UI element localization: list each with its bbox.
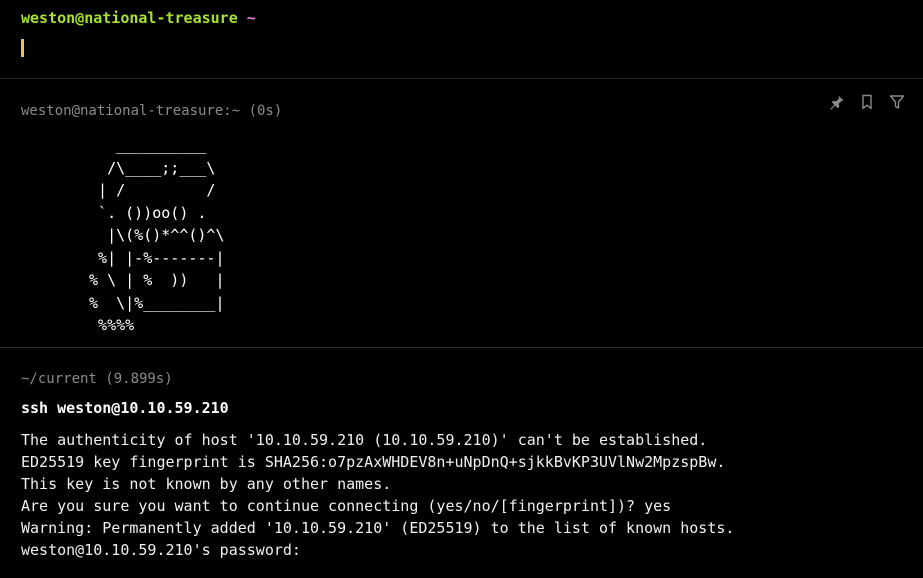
- prompt-cwd: ~: [246, 9, 256, 27]
- ascii-art-line: /\____;;___\: [80, 158, 216, 177]
- command-text: ssh weston@10.10.59.210: [21, 399, 229, 417]
- pin-icon[interactable]: [829, 94, 845, 110]
- ascii-art-line: |\(%()*^^()^\: [80, 226, 225, 244]
- ascii-art-line: %| |-%-------|: [80, 248, 225, 267]
- ascii-art-line: `. ())oo() .: [80, 203, 207, 222]
- prompt-line: weston@national-treasure ~: [21, 8, 256, 28]
- output-line: Are you sure you want to continue connec…: [21, 497, 672, 515]
- prompt-user-host: weston@national-treasure: [21, 9, 238, 27]
- command-output: The authenticity of host '10.10.59.210 (…: [21, 429, 734, 561]
- block-actions: [829, 94, 905, 110]
- ascii-art-line: % \|%________|: [80, 293, 225, 312]
- output-line: Warning: Permanently added '10.10.59.210…: [21, 519, 735, 537]
- text-cursor[interactable]: [21, 39, 24, 57]
- active-prompt-block[interactable]: weston@national-treasure ~: [0, 0, 923, 78]
- ascii-art-line: __________: [80, 136, 207, 154]
- ascii-art-line: % \ | % )) |: [80, 271, 225, 289]
- bookmark-icon[interactable]: [859, 94, 875, 110]
- ascii-art-output: __________ /\____;;___\ | / / `. ())oo()…: [80, 134, 225, 337]
- output-line: The authenticity of host '10.10.59.210 (…: [21, 431, 708, 449]
- ascii-art-line: %%%%: [80, 316, 135, 334]
- output-line: ED25519 key fingerprint is SHA256:o7pzAx…: [21, 453, 726, 471]
- ascii-art-line: | / /: [80, 181, 216, 199]
- output-line: This key is not known by any other names…: [21, 475, 392, 493]
- command-block[interactable]: weston@national-treasure:~ (0s) ________…: [0, 79, 923, 347]
- block-header: weston@national-treasure:~ (0s): [21, 103, 283, 119]
- command-block[interactable]: ~/current (9.899s) ssh weston@10.10.59.2…: [0, 348, 923, 578]
- filter-icon[interactable]: [889, 94, 905, 110]
- password-prompt[interactable]: weston@10.10.59.210's password:: [21, 539, 734, 561]
- block-header: ~/current (9.899s): [21, 371, 173, 387]
